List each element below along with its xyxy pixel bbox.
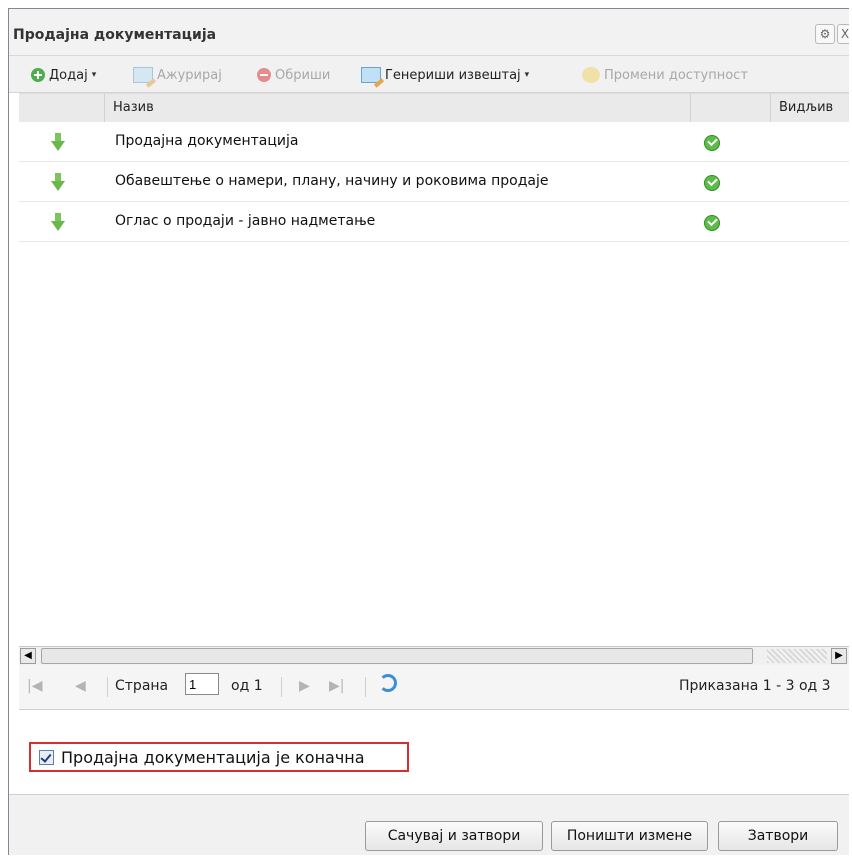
column-header-status [691, 94, 771, 122]
page-label: Страна [115, 678, 169, 694]
dialog-window: Продајна документација ⚙ X Додај ▾ Ажури… [8, 8, 849, 855]
toolbar: Додај ▾ Ажурирај Обриши Генериши извешта… [9, 56, 849, 93]
plus-icon [31, 68, 45, 82]
check-icon [704, 215, 720, 231]
close-icon[interactable]: X [837, 24, 849, 44]
add-button-label: Додај [49, 67, 88, 83]
grid-body: Продајна документација Обавештење о наме… [19, 122, 849, 645]
last-page-icon[interactable]: ▶| [329, 678, 344, 694]
save-and-close-button[interactable]: Сачувај и затвори [365, 821, 543, 851]
first-page-icon[interactable]: |◀ [27, 678, 42, 694]
chevron-down-icon: ▾ [91, 70, 97, 80]
minus-icon [257, 68, 271, 82]
next-page-icon[interactable]: ▶ [299, 678, 310, 694]
dialog-footer: Сачувај и затвори Поништи измене Затвори [9, 794, 849, 855]
previous-page-icon[interactable]: ◀ [75, 678, 86, 694]
document-name: Продајна документација [115, 133, 299, 149]
document-name: Обавештење о намери, плану, начину и рок… [115, 173, 549, 189]
separator [281, 677, 282, 697]
change-availability-button[interactable]: Промени доступност [582, 65, 748, 85]
final-checkbox[interactable] [39, 750, 54, 765]
delete-button[interactable]: Обриши [257, 65, 330, 85]
cancel-changes-button[interactable]: Поништи измене [551, 821, 708, 851]
table-row[interactable]: Обавештење о намери, плану, начину и рок… [19, 162, 849, 202]
separator [107, 677, 108, 697]
final-checkbox-label[interactable]: Продајна документација је коначна [61, 748, 365, 767]
chevron-down-icon: ▾ [524, 70, 530, 80]
close-button[interactable]: Затвори [718, 821, 838, 851]
add-button[interactable]: Додај ▾ [31, 65, 96, 85]
check-icon [704, 135, 720, 151]
table-row[interactable]: Продајна документација [19, 122, 849, 162]
window-title: Продајна документација [13, 27, 217, 43]
check-icon [704, 175, 720, 191]
report-icon [361, 67, 381, 83]
table-row[interactable]: Оглас о продаји - јавно надметање [19, 202, 849, 242]
edit-document-icon [133, 67, 153, 83]
scroll-right-icon[interactable]: ▶ [831, 648, 847, 664]
grid-header: Назив Видљив [19, 93, 849, 123]
update-button[interactable]: Ажурирај [133, 65, 222, 85]
document-name: Оглас о продаји - јавно надметање [115, 213, 376, 229]
scroll-left-icon[interactable]: ◀ [20, 648, 36, 664]
horizontal-scrollbar[interactable]: ◀ ▶ [19, 646, 849, 666]
refresh-icon[interactable] [379, 674, 397, 692]
gear-icon[interactable]: ⚙ [815, 24, 835, 44]
page-count-label: од 1 [231, 678, 263, 694]
generate-report-label: Генериши извештај [385, 67, 521, 83]
delete-button-label: Обриши [275, 67, 331, 83]
update-button-label: Ажурирај [157, 67, 222, 83]
download-arrow-icon [51, 213, 65, 231]
scrollbar-thumb[interactable] [41, 648, 753, 664]
scrollbar-track [767, 649, 827, 663]
download-arrow-icon [51, 173, 65, 191]
separator [365, 677, 366, 697]
change-availability-label: Промени доступност [604, 67, 748, 83]
final-documentation-checkbox-group: Продајна документација је коначна [29, 742, 409, 772]
title-bar: Продајна документација ⚙ X [9, 9, 849, 56]
generate-report-button[interactable]: Генериши извештај ▾ [361, 65, 529, 85]
header-icon-column [19, 94, 105, 122]
column-header-visible[interactable]: Видљив [771, 94, 849, 122]
page-number-input[interactable] [185, 673, 219, 695]
paging-toolbar: |◀ ◀ Страна од 1 ▶ ▶| Приказана 1 - 3 од… [19, 665, 849, 710]
availability-icon [582, 67, 600, 83]
paging-summary: Приказана 1 - 3 од 3 [679, 678, 831, 694]
download-arrow-icon [51, 133, 65, 151]
column-header-name[interactable]: Назив [105, 94, 691, 122]
